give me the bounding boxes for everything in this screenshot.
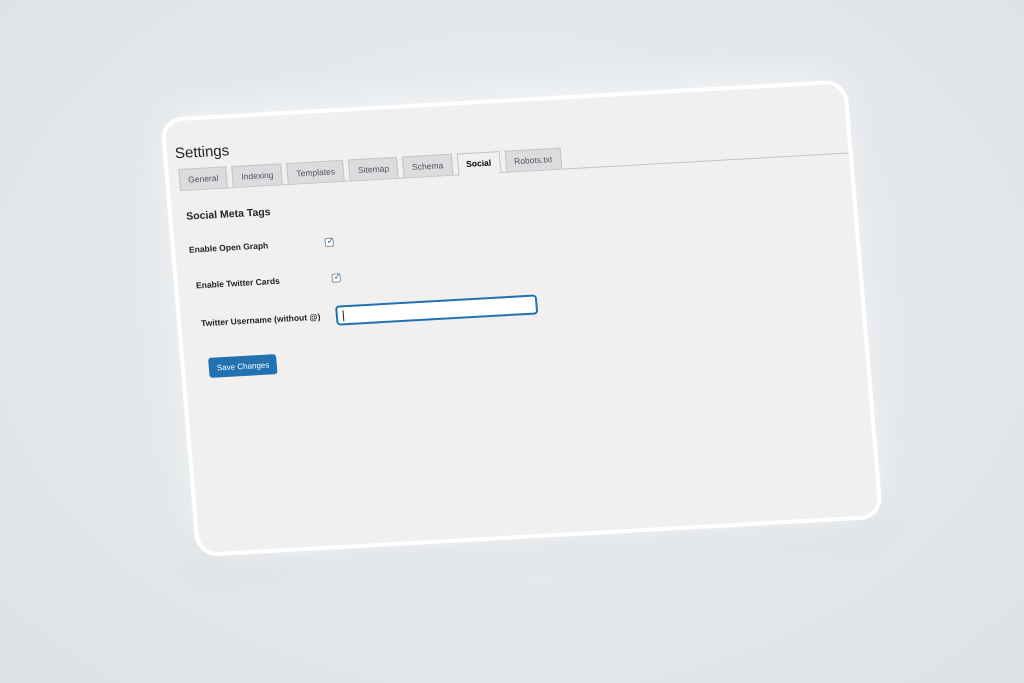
twitter-username-row: Twitter Username (without @) [200,295,538,332]
settings-panel: Settings General Indexing Templates Site… [164,84,878,553]
tab-sitemap[interactable]: Sitemap [348,156,399,181]
twitter-cards-checkbox[interactable]: ✓ [331,270,342,283]
open-graph-label: Enable Open Graph [188,240,269,255]
checkmark-icon: ✓ [326,235,335,246]
tab-templates[interactable]: Templates [286,159,345,185]
checkmark-icon: ✓ [333,270,342,282]
tab-indexing[interactable]: Indexing [231,163,284,188]
save-changes-button[interactable]: Save Changes [208,354,279,378]
twitter-username-input[interactable] [336,295,538,325]
twitter-username-label: Twitter Username (without @) [200,311,321,329]
text-caret [342,310,345,322]
tab-general[interactable]: General [178,166,229,191]
backdrop: Settings General Indexing Templates Site… [0,0,1024,683]
twitter-cards-label: Enable Twitter Cards [195,275,281,291]
page-title: Settings [174,142,230,163]
tab-bar: General Indexing Templates Sitemap Schem… [178,130,849,192]
tab-robots-txt[interactable]: Robots.txt [504,147,563,172]
open-graph-row: Enable Open Graph ✓ [188,235,335,255]
section-title: Social Meta Tags [185,206,272,223]
open-graph-checkbox[interactable]: ✓ [324,235,335,247]
settings-card: Settings General Indexing Templates Site… [160,79,884,558]
tab-social[interactable]: Social [456,151,502,176]
twitter-cards-row: Enable Twitter Cards ✓ [195,270,342,291]
tab-schema[interactable]: Schema [402,153,453,178]
